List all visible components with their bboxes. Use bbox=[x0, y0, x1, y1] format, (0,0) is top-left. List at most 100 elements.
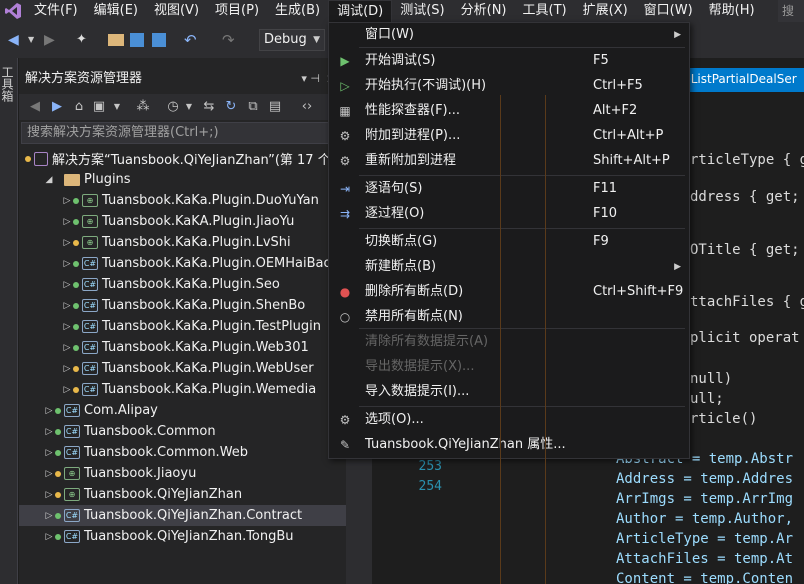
redo-icon[interactable]: ↷ bbox=[222, 32, 238, 48]
tree-item[interactable]: ▷ ⊕ Tuansbook.Jiaoyu bbox=[19, 463, 346, 484]
collapsed-arrow-icon[interactable]: ▷ bbox=[43, 406, 55, 416]
tree-item[interactable]: 解决方案“Tuansbook.QiYeJianZhan”(第 17 个项目) bbox=[19, 148, 362, 169]
expanded-arrow-icon[interactable]: ◢ bbox=[43, 175, 55, 185]
pending-changes-icon[interactable]: ⁂ bbox=[135, 99, 151, 115]
menu-10[interactable]: 窗口(W) bbox=[636, 0, 701, 22]
tree-item[interactable]: ▷ C# Tuansbook.KaKa.Plugin.OEMHaiBao bbox=[19, 253, 346, 274]
code-line[interactable]: rticleType { g bbox=[690, 150, 804, 170]
code-line[interactable]: ttachFiles { g bbox=[690, 292, 804, 312]
code-line[interactable]: ArticleType = temp.Ar bbox=[616, 529, 793, 549]
save-icon[interactable] bbox=[130, 33, 144, 47]
debug-menu-item[interactable]: ● 删除所有断点(D) Ctrl+Shift+F9 bbox=[329, 280, 689, 304]
tree-item[interactable]: ▷ C# Tuansbook.KaKa.Plugin.TestPlugin bbox=[19, 316, 346, 337]
debug-menu-item[interactable]: ✎ Tuansbook.QiYeJianZhan 属性... bbox=[329, 433, 689, 457]
menu-2[interactable]: 视图(V) bbox=[146, 0, 207, 22]
collapsed-arrow-icon[interactable]: ▷ bbox=[43, 490, 55, 500]
collapsed-arrow-icon[interactable]: ▷ bbox=[61, 280, 73, 290]
code-line[interactable]: ddress { get; bbox=[690, 187, 800, 207]
tree-item[interactable]: ▷ C# Com.Alipay bbox=[19, 400, 346, 421]
debug-menu-item[interactable]: ⚙ 选项(O)... bbox=[329, 408, 689, 432]
debug-menu-item[interactable]: ▷ 开始执行(不调试)(H) Ctrl+F5 bbox=[329, 74, 689, 98]
debug-menu-item[interactable]: ▶ 开始调试(S) F5 bbox=[329, 49, 689, 73]
debug-menu-item[interactable]: ⇉ 逐过程(O) F10 bbox=[329, 202, 689, 226]
tree-item[interactable]: ▷ C# Tuansbook.KaKa.Plugin.Seo bbox=[19, 274, 346, 295]
menu-1[interactable]: 编辑(E) bbox=[86, 0, 146, 22]
collapsed-arrow-icon[interactable]: ▷ bbox=[43, 448, 55, 458]
back-icon[interactable]: ◀ bbox=[27, 99, 43, 115]
editor-tab[interactable]: leListPartialDealSer bbox=[676, 68, 804, 90]
collapsed-arrow-icon[interactable]: ▷ bbox=[43, 427, 55, 437]
menu-0[interactable]: 文件(F) bbox=[26, 0, 86, 22]
menu-11[interactable]: 帮助(H) bbox=[701, 0, 763, 22]
collapsed-arrow-icon[interactable]: ▷ bbox=[43, 469, 55, 479]
debug-menu-item[interactable]: 新建断点(B) ▶ bbox=[329, 255, 689, 279]
debug-menu-item[interactable]: ○ 禁用所有断点(N) bbox=[329, 305, 689, 329]
tree-item[interactable]: ▷ C# Tuansbook.QiYeJianZhan.Contract bbox=[19, 505, 346, 526]
menu-9[interactable]: 扩展(X) bbox=[575, 0, 636, 22]
code-line[interactable]: ull; bbox=[690, 389, 724, 409]
tree-item[interactable]: ◢ Plugins bbox=[19, 169, 346, 190]
menu-5[interactable]: 调试(D) bbox=[328, 0, 393, 23]
visual-studio-logo-icon[interactable] bbox=[0, 0, 26, 22]
collapsed-arrow-icon[interactable]: ▷ bbox=[61, 196, 73, 206]
history-icon[interactable]: ◷ bbox=[165, 99, 181, 115]
tree-item[interactable]: ▷ ⊕ Tuansbook.KaKA.Plugin.JiaoYu bbox=[19, 211, 346, 232]
tree-item[interactable]: ▷ ⊕ Tuansbook.QiYeJianZhan bbox=[19, 484, 346, 505]
debug-menu-item[interactable]: 窗口(W) ▶ bbox=[329, 23, 689, 47]
collapsed-arrow-icon[interactable]: ▷ bbox=[61, 259, 73, 269]
collapsed-arrow-icon[interactable]: ▷ bbox=[61, 217, 73, 227]
menu-4[interactable]: 生成(B) bbox=[267, 0, 328, 22]
new-project-icon[interactable]: ✦ bbox=[76, 32, 92, 48]
code-line[interactable]: Address = temp.Addres bbox=[616, 469, 793, 489]
back-icon[interactable]: ◀ bbox=[8, 32, 24, 48]
chevron-down-icon[interactable]: ▼ bbox=[181, 99, 197, 115]
toolbox-label[interactable]: 工具箱 bbox=[0, 66, 16, 102]
collapse-all-icon[interactable]: ⧉ bbox=[245, 99, 261, 115]
dropdown-icon[interactable]: ▼ bbox=[28, 32, 44, 48]
menu-7[interactable]: 分析(N) bbox=[453, 0, 515, 22]
tree-item[interactable]: ▷ C# Tuansbook.Common bbox=[19, 421, 346, 442]
debug-menu-item[interactable]: 切换断点(G) F9 bbox=[329, 230, 689, 254]
sync-icon[interactable]: ⇆ bbox=[201, 99, 217, 115]
configuration-select[interactable]: Debug ▼ bbox=[259, 29, 325, 51]
debug-menu-item[interactable]: ▦ 性能探查器(F)... Alt+F2 bbox=[329, 99, 689, 123]
forward-icon[interactable]: ▶ bbox=[44, 32, 60, 48]
open-folder-icon[interactable] bbox=[108, 34, 124, 46]
menu-6[interactable]: 测试(S) bbox=[392, 0, 452, 22]
collapsed-arrow-icon[interactable]: ▷ bbox=[61, 364, 73, 374]
collapsed-arrow-icon[interactable]: ▷ bbox=[61, 301, 73, 311]
tree-item[interactable]: ▷ C# Tuansbook.QiYeJianZhan.TongBu bbox=[19, 526, 346, 547]
collapsed-arrow-icon[interactable]: ▷ bbox=[43, 511, 55, 521]
undo-icon[interactable]: ↶ bbox=[184, 32, 200, 48]
tree-item[interactable]: ▷ C# Tuansbook.KaKa.Plugin.WebUser bbox=[19, 358, 346, 379]
tree-item[interactable]: ▷ ⊕ Tuansbook.KaKa.Plugin.LvShi bbox=[19, 232, 346, 253]
code-line[interactable]: AttachFiles = temp.At bbox=[616, 549, 793, 569]
solution-explorer-search-input[interactable]: 搜索解决方案资源管理器(Ctrl+;) ⚲ bbox=[21, 122, 344, 144]
code-view-icon[interactable]: ‹› bbox=[299, 99, 315, 115]
home-icon[interactable]: ⌂ bbox=[71, 99, 87, 115]
debug-menu-item[interactable]: ⚙ 重新附加到进程 Shift+Alt+P bbox=[329, 149, 689, 173]
menu-8[interactable]: 工具(T) bbox=[515, 0, 575, 22]
pin-icon[interactable]: ▾ ⊣ bbox=[301, 68, 320, 90]
debug-menu-item[interactable]: 导出数据提示(X)... bbox=[329, 355, 689, 379]
toolbox-strip[interactable] bbox=[0, 58, 18, 584]
tree-item[interactable]: ▷ C# Tuansbook.Common.Web bbox=[19, 442, 346, 463]
code-line[interactable]: Author = temp.Author, bbox=[616, 509, 793, 529]
chevron-down-icon[interactable]: ▼ bbox=[109, 99, 125, 115]
code-line[interactable]: rticle() bbox=[690, 409, 757, 429]
refresh-icon[interactable]: ↻ bbox=[223, 99, 239, 115]
debug-menu-item[interactable]: ⚙ 附加到进程(P)... Ctrl+Alt+P bbox=[329, 124, 689, 148]
tree-item[interactable]: ▷ ⊕ Tuansbook.KaKa.Plugin.DuoYuYan bbox=[19, 190, 346, 211]
collapsed-arrow-icon[interactable]: ▷ bbox=[61, 238, 73, 248]
debug-menu-item[interactable]: ⇥ 逐语句(S) F11 bbox=[329, 177, 689, 201]
forward-icon[interactable]: ▶ bbox=[49, 99, 65, 115]
code-line[interactable]: Content = temp.Conten bbox=[616, 569, 793, 584]
tree-item[interactable]: ▷ C# Tuansbook.KaKa.Plugin.Wemedia bbox=[19, 379, 346, 400]
tree-item[interactable]: ▷ C# Tuansbook.KaKa.Plugin.Web301 bbox=[19, 337, 346, 358]
collapsed-arrow-icon[interactable]: ▷ bbox=[61, 343, 73, 353]
code-line[interactable]: plicit operat bbox=[690, 328, 800, 348]
tree-item[interactable]: ▷ C# Tuansbook.KaKa.Plugin.ShenBo bbox=[19, 295, 346, 316]
search-box[interactable]: 搜索 bbox=[778, 0, 804, 22]
debug-menu-item[interactable]: 清除所有数据提示(A) bbox=[329, 330, 689, 354]
collapsed-arrow-icon[interactable]: ▷ bbox=[43, 532, 55, 542]
